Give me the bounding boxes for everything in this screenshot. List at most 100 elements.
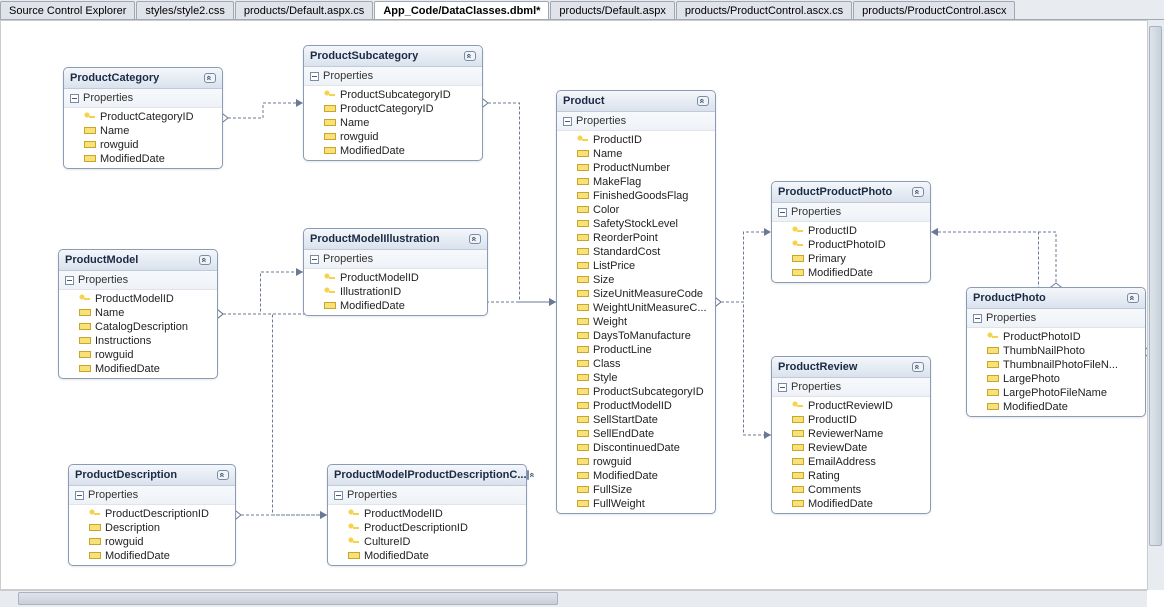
minus-icon[interactable]	[310, 255, 319, 264]
property-row[interactable]: ReorderPoint	[557, 231, 715, 245]
collapse-icon[interactable]	[217, 470, 229, 480]
property-row[interactable]: Color	[557, 203, 715, 217]
property-row[interactable]: Size	[557, 273, 715, 287]
property-row[interactable]: ReviewDate	[772, 441, 930, 455]
collapse-icon[interactable]	[469, 234, 481, 244]
property-row[interactable]: ReviewerName	[772, 427, 930, 441]
property-row[interactable]: SellEndDate	[557, 427, 715, 441]
property-row[interactable]: DiscontinuedDate	[557, 441, 715, 455]
property-row[interactable]: Class	[557, 357, 715, 371]
property-row[interactable]: ProductPhotoID	[967, 330, 1145, 344]
minus-icon[interactable]	[563, 117, 572, 126]
tab-5[interactable]: products/ProductControl.ascx.cs	[676, 1, 852, 19]
collapse-icon[interactable]	[464, 51, 476, 61]
tab-3[interactable]: App_Code/DataClasses.dbml*	[374, 1, 549, 19]
entity-header[interactable]: ProductModelProductDescriptionC...	[328, 465, 526, 486]
designer-canvas[interactable]: ProductCategoryPropertiesProductCategory…	[0, 20, 1164, 590]
property-row[interactable]: ProductSubcategoryID	[304, 88, 482, 102]
property-row[interactable]: Rating	[772, 469, 930, 483]
property-row[interactable]: FinishedGoodsFlag	[557, 189, 715, 203]
minus-icon[interactable]	[334, 491, 343, 500]
entity-ProductProductPhoto[interactable]: ProductProductPhotoPropertiesProductIDPr…	[771, 181, 931, 283]
property-row[interactable]: ModifiedDate	[304, 144, 482, 158]
entity-header[interactable]: ProductModel	[59, 250, 217, 271]
properties-section-header[interactable]: Properties	[304, 250, 487, 269]
entity-header[interactable]: ProductProductPhoto	[772, 182, 930, 203]
entity-ProductDescription[interactable]: ProductDescriptionPropertiesProductDescr…	[68, 464, 236, 566]
collapse-icon[interactable]	[204, 73, 216, 83]
entity-header[interactable]: ProductPhoto	[967, 288, 1145, 309]
property-row[interactable]: ModifiedDate	[557, 469, 715, 483]
property-row[interactable]: ProductID	[557, 133, 715, 147]
entity-Product[interactable]: ProductPropertiesProductIDNameProductNum…	[556, 90, 716, 514]
properties-section-header[interactable]: Properties	[64, 89, 222, 108]
entity-ProductCategory[interactable]: ProductCategoryPropertiesProductCategory…	[63, 67, 223, 169]
property-row[interactable]: ListPrice	[557, 259, 715, 273]
property-row[interactable]: ModifiedDate	[772, 497, 930, 511]
property-row[interactable]: ProductLine	[557, 343, 715, 357]
entity-header[interactable]: ProductSubcategory	[304, 46, 482, 67]
tab-6[interactable]: products/ProductControl.ascx	[853, 1, 1015, 19]
property-row[interactable]: rowguid	[59, 348, 217, 362]
entity-ProductModelIllustration[interactable]: ProductModelIllustrationPropertiesProduc…	[303, 228, 488, 316]
property-row[interactable]: SizeUnitMeasureCode	[557, 287, 715, 301]
tab-4[interactable]: products/Default.aspx	[550, 1, 674, 19]
property-row[interactable]: ModifiedDate	[59, 362, 217, 376]
property-row[interactable]: ProductID	[772, 413, 930, 427]
property-row[interactable]: FullWeight	[557, 497, 715, 511]
property-row[interactable]: CatalogDescription	[59, 320, 217, 334]
property-row[interactable]: ProductModelID	[557, 399, 715, 413]
minus-icon[interactable]	[778, 383, 787, 392]
property-row[interactable]: StandardCost	[557, 245, 715, 259]
properties-section-header[interactable]: Properties	[772, 378, 930, 397]
property-row[interactable]: CultureID	[328, 535, 526, 549]
minus-icon[interactable]	[75, 491, 84, 500]
property-row[interactable]: ProductModelID	[59, 292, 217, 306]
entity-ProductSubcategory[interactable]: ProductSubcategoryProperties ProductSubca…	[303, 45, 483, 161]
property-row[interactable]: ThumbNailPhoto	[967, 344, 1145, 358]
properties-section-header[interactable]: Properties	[967, 309, 1145, 328]
property-row[interactable]: ProductSubcategoryID	[557, 385, 715, 399]
property-row[interactable]: ProductID	[772, 224, 930, 238]
property-row[interactable]: ModifiedDate	[967, 400, 1145, 414]
entity-header[interactable]: ProductCategory	[64, 68, 222, 89]
property-row[interactable]: SafetyStockLevel	[557, 217, 715, 231]
property-row[interactable]: Name	[59, 306, 217, 320]
tab-2[interactable]: products/Default.aspx.cs	[235, 1, 373, 19]
collapse-icon[interactable]	[527, 470, 529, 480]
properties-section-header[interactable]: Properties	[328, 486, 526, 505]
properties-section-header[interactable]: Properties	[59, 271, 217, 290]
property-row[interactable]: Name	[304, 116, 482, 130]
collapse-icon[interactable]	[912, 187, 924, 197]
collapse-icon[interactable]	[1127, 293, 1139, 303]
collapse-icon[interactable]	[912, 362, 924, 372]
property-row[interactable]: ModifiedDate	[328, 549, 526, 563]
property-row[interactable]: Description	[69, 521, 235, 535]
property-row[interactable]: EmailAddress	[772, 455, 930, 469]
property-row[interactable]: LargePhoto	[967, 372, 1145, 386]
minus-icon[interactable]	[65, 276, 74, 285]
minus-icon[interactable]	[778, 208, 787, 217]
property-row[interactable]: MakeFlag	[557, 175, 715, 189]
property-row[interactable]: Style	[557, 371, 715, 385]
entity-header[interactable]: Product	[557, 91, 715, 112]
property-row[interactable]: rowguid	[69, 535, 235, 549]
property-row[interactable]: Primary	[772, 252, 930, 266]
entity-ProductReview[interactable]: ProductReviewPropertiesProductReviewIDPr…	[771, 356, 931, 514]
property-row[interactable]: Name	[557, 147, 715, 161]
property-row[interactable]: ProductModelID	[328, 507, 526, 521]
collapse-icon[interactable]	[199, 255, 211, 265]
entity-ProductModel[interactable]: ProductModelProperties ProductModelIDName…	[58, 249, 218, 379]
properties-section-header[interactable]: Properties	[304, 67, 482, 86]
property-row[interactable]: ProductPhotoID	[772, 238, 930, 252]
property-row[interactable]: ProductDescriptionID	[69, 507, 235, 521]
properties-section-header[interactable]: Properties	[69, 486, 235, 505]
properties-section-header[interactable]: Properties	[772, 203, 930, 222]
property-row[interactable]: rowguid	[64, 138, 222, 152]
property-row[interactable]: ProductNumber	[557, 161, 715, 175]
vertical-scrollbar[interactable]	[1147, 20, 1164, 590]
property-row[interactable]: Comments	[772, 483, 930, 497]
tab-1[interactable]: styles/style2.css	[136, 1, 233, 19]
minus-icon[interactable]	[973, 314, 982, 323]
property-row[interactable]: LargePhotoFileName	[967, 386, 1145, 400]
